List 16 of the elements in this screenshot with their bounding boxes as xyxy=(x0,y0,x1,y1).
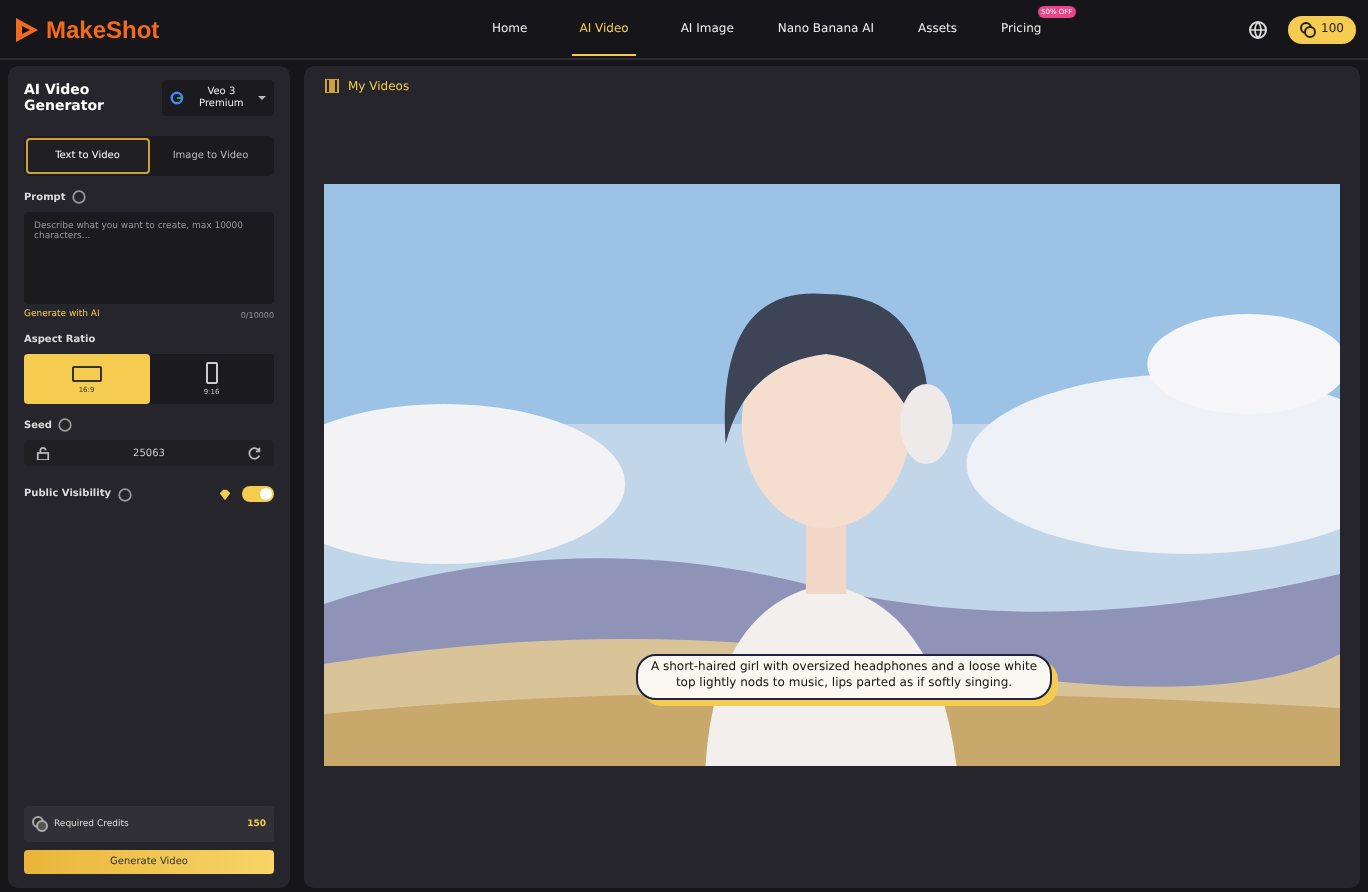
lock-icon[interactable] xyxy=(36,446,50,460)
coins-icon xyxy=(1299,21,1316,37)
landscape-icon xyxy=(71,365,102,381)
portrait-icon xyxy=(205,362,218,384)
logo-icon xyxy=(12,15,40,43)
gem-icon xyxy=(218,487,232,501)
info-icon[interactable] xyxy=(71,190,86,204)
info-icon[interactable] xyxy=(117,487,131,501)
logo-text: MakeShot xyxy=(46,15,160,43)
globe-icon[interactable] xyxy=(1247,19,1268,39)
google-icon xyxy=(170,90,185,106)
info-icon[interactable] xyxy=(57,418,72,432)
coins-icon xyxy=(32,816,48,832)
film-icon xyxy=(324,78,340,94)
refresh-icon[interactable] xyxy=(248,446,262,460)
visibility-toggle[interactable] xyxy=(242,486,274,502)
